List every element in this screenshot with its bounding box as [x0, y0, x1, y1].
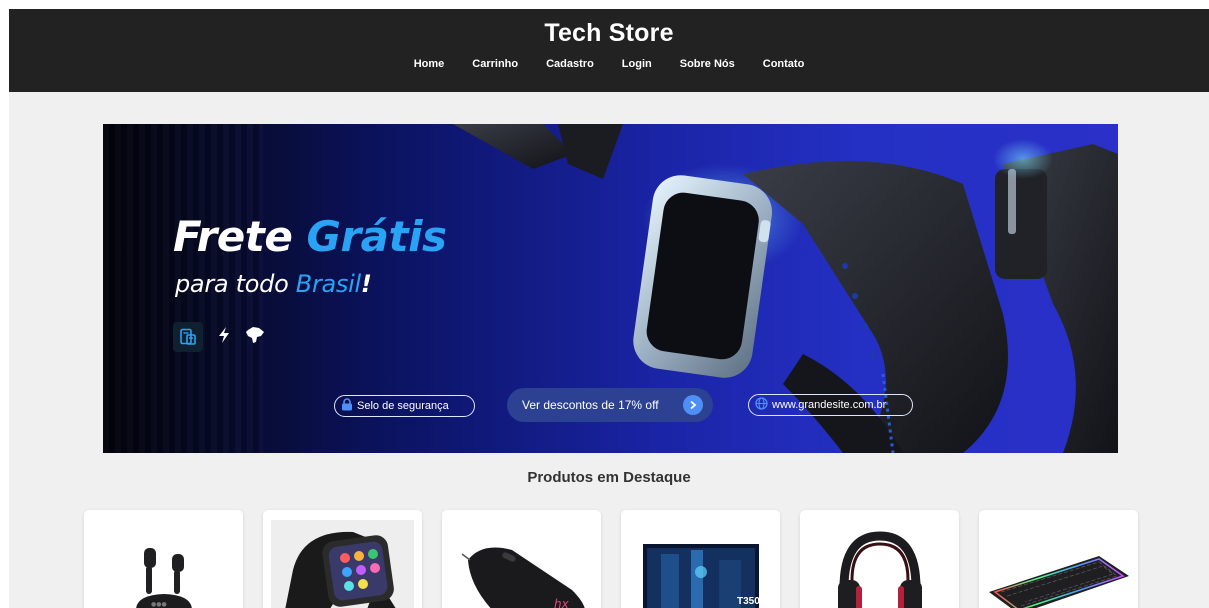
main-nav: Home Carrinho Cadastro Login Sobre Nós C… — [9, 58, 1209, 70]
svg-text:hx: hx — [554, 597, 570, 608]
lock-icon — [341, 398, 353, 414]
headline-word-gratis: Grátis — [306, 212, 447, 261]
banner-headline: Frete Grátis — [173, 212, 447, 261]
product-card-mouse[interactable]: hx — [442, 510, 601, 608]
invoice-icon — [173, 322, 203, 352]
banner-subline: para todo Brasil! — [175, 270, 372, 298]
featured-products-title: Produtos em Destaque — [527, 469, 691, 486]
product-list: ●●● hx T350 — [84, 510, 1138, 608]
smartwatch-image — [271, 520, 414, 608]
product-card-smartwatch[interactable] — [263, 510, 422, 608]
site-header: Tech Store Home Carrinho Cadastro Login … — [9, 9, 1209, 92]
site-title: Tech Store — [544, 19, 674, 47]
gaming-mouse-image: hx — [461, 547, 585, 608]
security-seal-label: Selo de segurança — [357, 400, 449, 412]
nav-home[interactable]: Home — [400, 58, 459, 70]
product-card-keyboard[interactable] — [979, 510, 1138, 608]
nav-login[interactable]: Login — [608, 58, 666, 70]
product-card-monitor[interactable]: T350 — [621, 510, 780, 608]
chevron-right-icon — [683, 395, 703, 415]
subline-text: para todo — [175, 270, 296, 298]
nav-register[interactable]: Cadastro — [532, 58, 608, 70]
website-badge[interactable]: www.grandesite.com.br — [748, 394, 913, 416]
nav-contact[interactable]: Contato — [749, 58, 819, 70]
svg-text:●●●: ●●● — [151, 601, 167, 608]
security-seal-badge[interactable]: Selo de segurança — [334, 395, 475, 417]
nav-about[interactable]: Sobre Nós — [666, 58, 749, 70]
promo-banner[interactable]: Frete Grátis para todo Brasil! Selo de s… — [103, 124, 1118, 453]
headline-word-frete: Frete — [173, 212, 293, 261]
nav-cart[interactable]: Carrinho — [458, 58, 532, 70]
brazil-map-icon — [245, 326, 265, 349]
monitor-model-label: T350 — [737, 596, 760, 607]
discount-cta-label: Ver descontos de 17% off — [522, 398, 659, 412]
website-label: www.grandesite.com.br — [772, 399, 887, 411]
product-card-earbuds[interactable]: ●●● — [84, 510, 243, 608]
lightning-icon — [217, 326, 231, 348]
keyboard-image — [989, 556, 1129, 608]
subline-brasil: Brasil — [295, 270, 361, 298]
monitor-image — [643, 544, 759, 608]
headset-image — [838, 531, 922, 608]
earbuds-image: ●●● — [136, 548, 192, 608]
discount-cta-button[interactable]: Ver descontos de 17% off — [507, 388, 713, 422]
banner-icon-row — [173, 322, 265, 352]
subline-excl: ! — [360, 270, 372, 298]
globe-icon — [755, 397, 768, 413]
page: Tech Store Home Carrinho Cadastro Login … — [9, 9, 1209, 608]
product-card-headset[interactable] — [800, 510, 959, 608]
